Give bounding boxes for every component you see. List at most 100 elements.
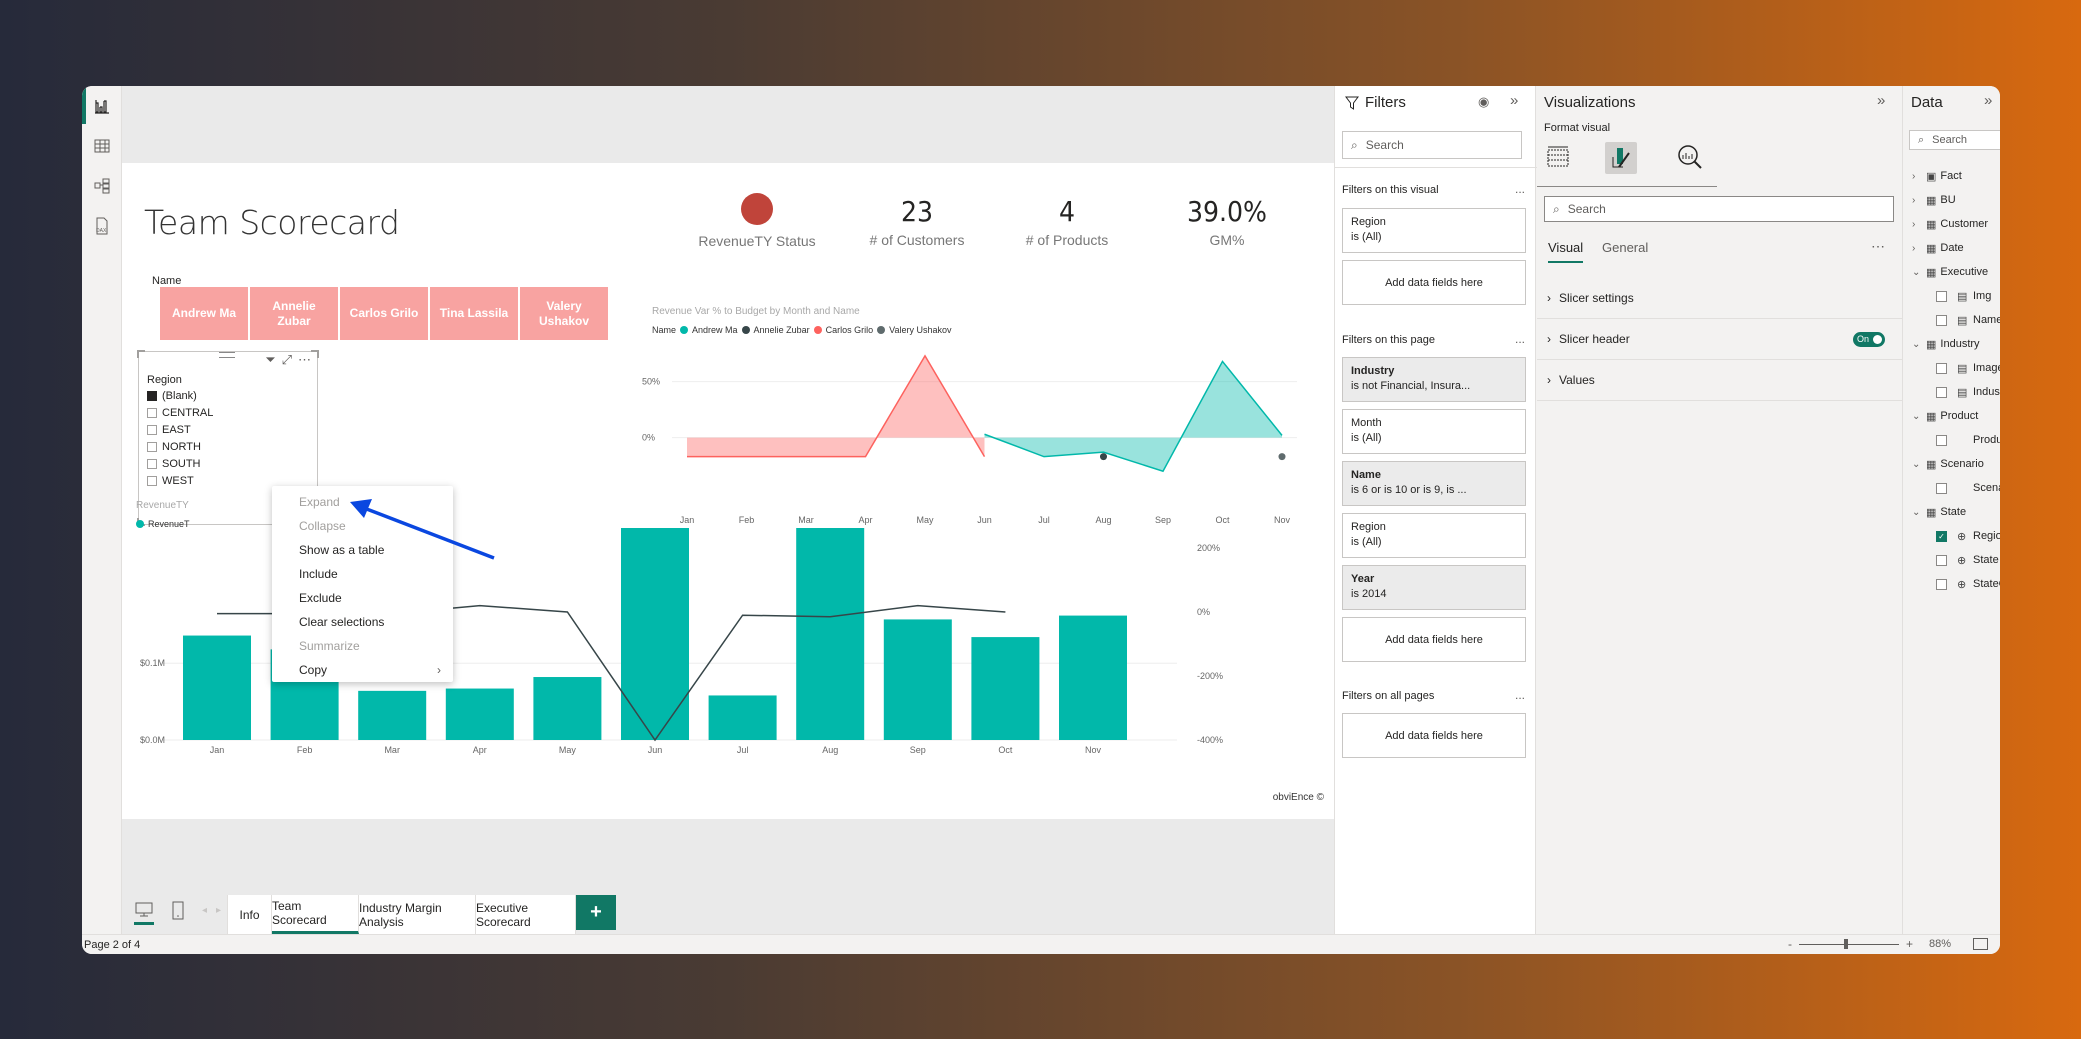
more-options-icon[interactable]: ... (1515, 332, 1525, 346)
filters-search-input[interactable]: ⌕ Search (1342, 131, 1522, 159)
filter-card-region-visual[interactable]: Region is (All) (1342, 208, 1526, 253)
report-view-icon[interactable] (82, 86, 122, 126)
table-node[interactable]: › ▦ Customer (1912, 212, 2000, 236)
field-node[interactable]: ⊕ StateCode (1912, 572, 2000, 596)
area-chart[interactable]: 0% 50% Jan Feb Mar Apr May Jun Jul Aug Sep Oct Nov (642, 338, 1302, 538)
field-node[interactable]: Product (1912, 428, 2000, 452)
checkbox[interactable] (147, 442, 157, 452)
name-tile[interactable]: Carlos Grilo (340, 287, 428, 340)
tab-team-scorecard[interactable]: Team Scorecard (272, 895, 359, 934)
zoom-slider[interactable] (1799, 944, 1899, 945)
scroll-left-icon[interactable]: ◂ (202, 905, 207, 916)
format-visual-icon[interactable] (1605, 142, 1637, 174)
legend-entry[interactable]: Carlos Grilo (826, 325, 874, 335)
field-node[interactable]: ▤ Img (1912, 284, 2000, 308)
table-view-icon[interactable] (82, 126, 122, 166)
add-page-button[interactable]: + (576, 895, 616, 930)
zoom-level[interactable]: 88% (1929, 938, 1951, 950)
legend-entry[interactable]: Annelie Zubar (754, 325, 810, 335)
menu-item-clear-selections[interactable]: Clear selections (272, 610, 453, 634)
tab-industry-margin-analysis[interactable]: Industry Margin Analysis (359, 895, 476, 934)
field-checkbox[interactable] (1936, 362, 1947, 374)
table-node[interactable]: ⌄ ▦ Scenario (1912, 452, 2000, 476)
focus-mode-icon[interactable]: ⤢ (282, 352, 292, 368)
slicer-item[interactable]: NORTH (147, 441, 201, 453)
more-options-icon[interactable]: ... (1515, 182, 1525, 196)
add-visual-filter-dropzone[interactable]: Add data fields here (1342, 260, 1526, 305)
table-node[interactable]: ⌄ ▦ Product (1912, 404, 2000, 428)
field-checkbox[interactable] (1936, 554, 1947, 566)
filter-icon[interactable]: ⏷ (265, 352, 275, 368)
more-options-icon[interactable]: ⋯ (298, 352, 311, 368)
collapse-pane-icon[interactable]: » (1510, 92, 1518, 109)
desktop-layout-icon[interactable] (134, 901, 154, 925)
section-slicer-header[interactable]: › Slicer header On (1537, 319, 1903, 360)
more-options-icon[interactable]: ⋯ (1871, 238, 1885, 255)
slicer-item[interactable]: SOUTH (147, 458, 201, 470)
chevron-right-icon[interactable]: › (1912, 243, 1922, 254)
fit-to-page-icon[interactable] (1973, 938, 1988, 950)
name-tile[interactable]: Valery Ushakov (520, 287, 608, 340)
tab-executive-scorecard[interactable]: Executive Scorecard (476, 895, 576, 934)
collapse-pane-icon[interactable]: » (1984, 92, 1992, 109)
field-node[interactable]: ▤ Industry (1912, 380, 2000, 404)
tab-visual[interactable]: Visual (1548, 240, 1584, 263)
chevron-right-icon[interactable]: › (1912, 171, 1922, 182)
zoom-out-button[interactable]: - (1788, 937, 1792, 951)
field-checkbox[interactable] (1936, 482, 1947, 494)
table-node[interactable]: ⌄ ▦ Industry (1912, 332, 2000, 356)
drag-handle-icon[interactable] (219, 352, 235, 358)
mobile-layout-icon[interactable] (172, 901, 184, 926)
menu-item-exclude[interactable]: Exclude (272, 586, 453, 610)
legend-entry[interactable]: Valery Ushakov (889, 325, 951, 335)
add-page-filter-dropzone[interactable]: Add data fields here (1342, 617, 1526, 662)
collapse-pane-icon[interactable]: » (1877, 92, 1885, 109)
legend-entry[interactable]: Andrew Ma (692, 325, 738, 335)
analytics-icon[interactable] (1677, 144, 1703, 175)
more-options-icon[interactable]: ... (1515, 688, 1525, 702)
name-tile[interactable]: Tina Lassila (430, 287, 518, 340)
checkbox[interactable] (147, 476, 157, 486)
chevron-down-icon[interactable]: ⌄ (1912, 411, 1922, 422)
field-node[interactable]: Scenario (1912, 476, 2000, 500)
eye-icon[interactable]: ◉ (1478, 94, 1489, 110)
slicer-item[interactable]: EAST (147, 424, 191, 436)
filter-card-name[interactable]: Name is 6 or is 10 or is 9, is ... (1342, 461, 1526, 506)
filter-card-year[interactable]: Year is 2014 (1342, 565, 1526, 610)
name-tile[interactable]: Annelie Zubar (250, 287, 338, 340)
section-values[interactable]: › Values (1537, 360, 1903, 401)
name-tile[interactable]: Andrew Ma (160, 287, 248, 340)
table-node[interactable]: › ▦ Date (1912, 236, 2000, 260)
chevron-down-icon[interactable]: ⌄ (1912, 459, 1922, 470)
slicer-header-toggle[interactable]: On (1853, 331, 1885, 347)
field-node[interactable]: ✓ ⊕ Region (1912, 524, 2000, 548)
table-node[interactable]: › ▣ Fact (1912, 164, 2000, 188)
checkbox[interactable] (147, 425, 157, 435)
tab-general[interactable]: General (1602, 240, 1648, 255)
checkbox[interactable] (147, 459, 157, 469)
slicer-item[interactable]: WEST (147, 475, 194, 487)
chevron-down-icon[interactable]: ⌄ (1912, 267, 1922, 278)
format-search-input[interactable]: ⌕ Search (1544, 196, 1894, 222)
field-checkbox[interactable] (1936, 386, 1947, 398)
model-view-icon[interactable] (82, 166, 122, 206)
field-checkbox[interactable] (1936, 290, 1947, 302)
checkbox[interactable] (147, 391, 157, 401)
slicer-item[interactable]: CENTRAL (147, 407, 213, 419)
field-checkbox[interactable] (1936, 434, 1947, 446)
filter-card-region[interactable]: Region is (All) (1342, 513, 1526, 558)
field-checkbox[interactable] (1936, 578, 1947, 590)
chevron-right-icon[interactable]: › (1912, 195, 1922, 206)
chevron-right-icon[interactable]: › (1912, 219, 1922, 230)
zoom-in-button[interactable]: + (1906, 937, 1913, 951)
filter-card-industry[interactable]: Industry is not Financial, Insura... (1342, 357, 1526, 402)
field-node[interactable]: ▤ Name (1912, 308, 2000, 332)
zoom-slider-thumb[interactable] (1844, 939, 1848, 949)
field-checkbox[interactable] (1936, 314, 1947, 326)
section-slicer-settings[interactable]: › Slicer settings (1537, 278, 1903, 319)
slicer-item[interactable]: (Blank) (147, 390, 197, 402)
dax-query-view-icon[interactable]: DAX (82, 206, 122, 246)
chevron-down-icon[interactable]: ⌄ (1912, 507, 1922, 518)
menu-item-copy[interactable]: Copy › (272, 658, 453, 682)
tab-info[interactable]: Info (227, 895, 272, 934)
